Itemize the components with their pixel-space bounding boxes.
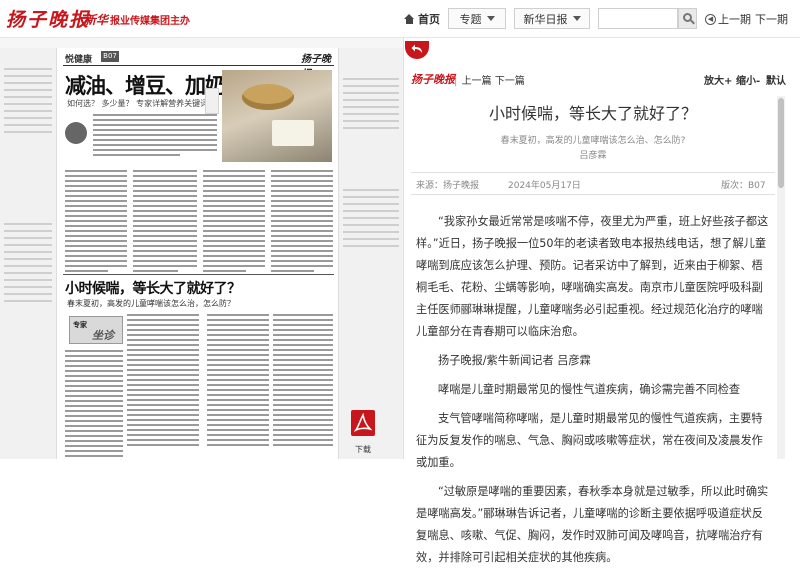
article-text-block[interactable] [273, 314, 333, 449]
circle-left-icon: ◀ [705, 13, 716, 25]
prev-issue-label: 上一期 [718, 13, 751, 26]
page-section: 悦健康 [65, 55, 93, 65]
article-scrollbar[interactable] [777, 96, 785, 459]
article-text-block[interactable] [271, 170, 333, 275]
channel-dropdown[interactable]: 专题 [448, 8, 506, 29]
article-paragraph: 扬子晚报/紫牛新闻记者 吕彦霖 [438, 354, 591, 367]
prev-issue-link[interactable]: ◀ 上一期 [705, 11, 751, 27]
article-paragraph: 支气管哮喘简称哮喘，是儿童时期最常见的慢性气道疾病，主要特征为反复发作的喘息、气… [416, 412, 763, 469]
reader-logo: 扬子晚报 [411, 73, 455, 86]
food-photo [222, 70, 332, 162]
article-date: 2024年05月17日 [508, 181, 581, 191]
zoom-in-button[interactable]: 放大+ [704, 72, 732, 87]
avatar [65, 122, 87, 144]
newspaper-dropdown-label: 新华日报 [523, 12, 568, 26]
home-icon [404, 14, 415, 24]
top-bar: 扬子晚报 新华 报业传媒集团主办 首页 专题 新华日报 ◀ 上一期 下一期 [0, 0, 800, 38]
article-paragraph: 哮喘是儿童时期最常见的慢性气道疾病，确诊需完善不同检查 [438, 383, 741, 396]
article-intro-1[interactable] [65, 114, 217, 164]
article-text-block[interactable] [207, 314, 269, 449]
article-text-block[interactable] [65, 350, 123, 459]
channel-dropdown-label: 专题 [459, 12, 482, 26]
search-button[interactable] [678, 8, 697, 29]
scroll-up-arrow[interactable] [777, 88, 785, 101]
column-badge: 专家 坐诊 [69, 316, 123, 344]
article-subtitle: 春末夏初，高发的儿童哮喘该怎么治、怎么防? [500, 136, 686, 146]
chevron-down-icon [572, 16, 581, 21]
pdf-icon [354, 413, 372, 432]
back-button[interactable] [405, 41, 429, 59]
scrollbar-thumb[interactable] [778, 98, 784, 188]
sponsor-text: 报业传媒集团主办 [110, 16, 191, 27]
article-page: 版次：B07 [721, 181, 766, 191]
article-text-block[interactable] [65, 170, 127, 275]
site-logo[interactable]: 扬子晚报 [6, 5, 90, 32]
article-text-block[interactable] [127, 314, 199, 449]
newspaper-page[interactable]: 悦健康 B07 扬子晚报 减油、增豆、加奶！ 如何选？ 多少量？ 专家详解营养关… [56, 48, 339, 459]
home-link[interactable]: 首页 [404, 11, 440, 27]
article-text-block[interactable] [203, 170, 265, 275]
chevron-down-icon [486, 16, 495, 21]
article-paragraph: “我家孙女最近常常是咳喘不停，夜里尤为严重，班上好些孩子都这样。”近日，扬子晚报… [416, 215, 769, 338]
prev-article-link[interactable]: 上一篇 [462, 76, 492, 87]
milk-image [205, 88, 219, 114]
article-subhead-1: 如何选？ 多少量？ 专家详解营养关键词 [67, 99, 209, 108]
adjacent-page-right[interactable] [339, 48, 403, 459]
back-arrow-icon [411, 44, 422, 53]
article-source: 来源：扬子晚报 [416, 181, 480, 191]
article-headline-2[interactable]: 小时候喘，等长大了就好了？ [65, 278, 241, 298]
article-reader: 扬子晚报 | 上一篇 下一篇 放大+ 缩小- 默认 小时候喘，等长大了就好了？ … [403, 38, 800, 564]
newspaper-page-viewer: 悦健康 B07 扬子晚报 减油、增豆、加奶！ 如何选？ 多少量？ 专家详解营养关… [0, 38, 403, 459]
next-issue-label: 下一期 [755, 13, 788, 26]
download-label[interactable]: 下载 [355, 444, 371, 455]
article-text-block[interactable] [133, 170, 197, 275]
article-body: “我家孙女最近常常是咳喘不停，夜里尤为严重，班上好些孩子都这样。”近日，扬子晚报… [416, 211, 773, 576]
search-input[interactable] [598, 8, 678, 29]
zoom-out-button[interactable]: 缩小- [736, 72, 760, 87]
article-author: 吕彦霖 [579, 151, 607, 161]
sponsor-line: 新华 报业传媒集团主办 [84, 11, 190, 28]
pdf-download-button[interactable] [351, 410, 375, 436]
article-subhead-2: 春末夏初，高发的儿童哮喘该怎么治，怎么防？ [67, 299, 235, 308]
sponsor-brand: 新华 [84, 13, 109, 27]
next-issue-link[interactable]: 下一期 [755, 11, 788, 27]
article-nav: | 上一篇 下一篇 [454, 76, 525, 87]
article-paragraph: “过敏原是哮喘的重要因素，春秋季本身就是过敏季，所以此时确实是哮喘高发。”郦琳琳… [416, 485, 769, 564]
article-title: 小时候喘，等长大了就好了？ [489, 104, 698, 123]
home-label: 首页 [418, 13, 440, 26]
adjacent-page-left[interactable] [0, 48, 56, 459]
newspaper-dropdown[interactable]: 新华日报 [514, 8, 590, 29]
next-article-link[interactable]: 下一篇 [495, 76, 525, 87]
zoom-default-button[interactable]: 默认 [766, 72, 786, 87]
page-number: B07 [101, 51, 119, 62]
